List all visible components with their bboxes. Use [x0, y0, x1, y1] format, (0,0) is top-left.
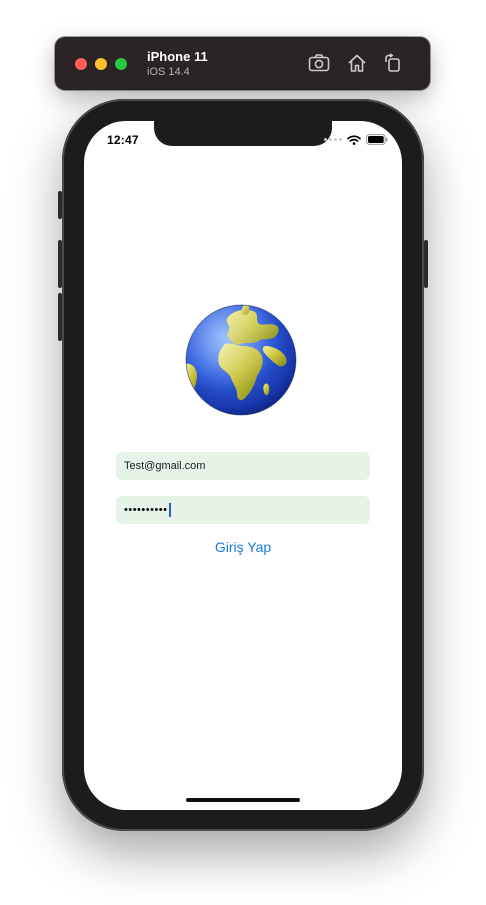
- home-icon: [348, 54, 366, 72]
- close-window-button[interactable]: [75, 58, 87, 70]
- signal-dots-icon: [324, 138, 342, 141]
- email-field[interactable]: Test@gmail.com: [116, 452, 370, 480]
- login-button[interactable]: Giriş Yap: [84, 539, 402, 555]
- phone-screen: 12:47 Test@gmail.com •••••••••• Giriş Ya…: [84, 121, 402, 810]
- status-icons: [324, 134, 388, 145]
- screenshot-button[interactable]: [307, 51, 331, 75]
- battery-icon: [366, 134, 388, 145]
- device-os-version: iOS 14.4: [147, 66, 190, 78]
- power-button: [424, 240, 428, 288]
- text-caret: [168, 503, 171, 517]
- password-masked-value: ••••••••••: [124, 504, 168, 516]
- home-indicator[interactable]: [186, 798, 300, 802]
- simulator-title-bar: iPhone 11 iOS 14.4: [55, 37, 430, 90]
- notch: [154, 121, 332, 146]
- volume-up-button: [58, 240, 62, 288]
- status-time: 12:47: [107, 133, 139, 147]
- camera-icon: [308, 54, 330, 72]
- email-value: Test@gmail.com: [124, 460, 206, 472]
- device-name: iPhone 11: [147, 49, 208, 64]
- home-button[interactable]: [345, 51, 369, 75]
- password-field[interactable]: ••••••••••: [116, 496, 370, 524]
- mute-switch: [58, 191, 62, 219]
- volume-down-button: [58, 293, 62, 341]
- simulator-window: iPhone 11 iOS 14.4 12:47 Test@gmail.com …: [0, 0, 486, 905]
- rotate-button[interactable]: [381, 51, 405, 75]
- rotate-icon: [385, 53, 400, 72]
- minimize-window-button[interactable]: [95, 58, 107, 70]
- wifi-icon: [347, 134, 361, 145]
- zoom-window-button[interactable]: [115, 58, 127, 70]
- globe-emoji-icon: [185, 304, 297, 416]
